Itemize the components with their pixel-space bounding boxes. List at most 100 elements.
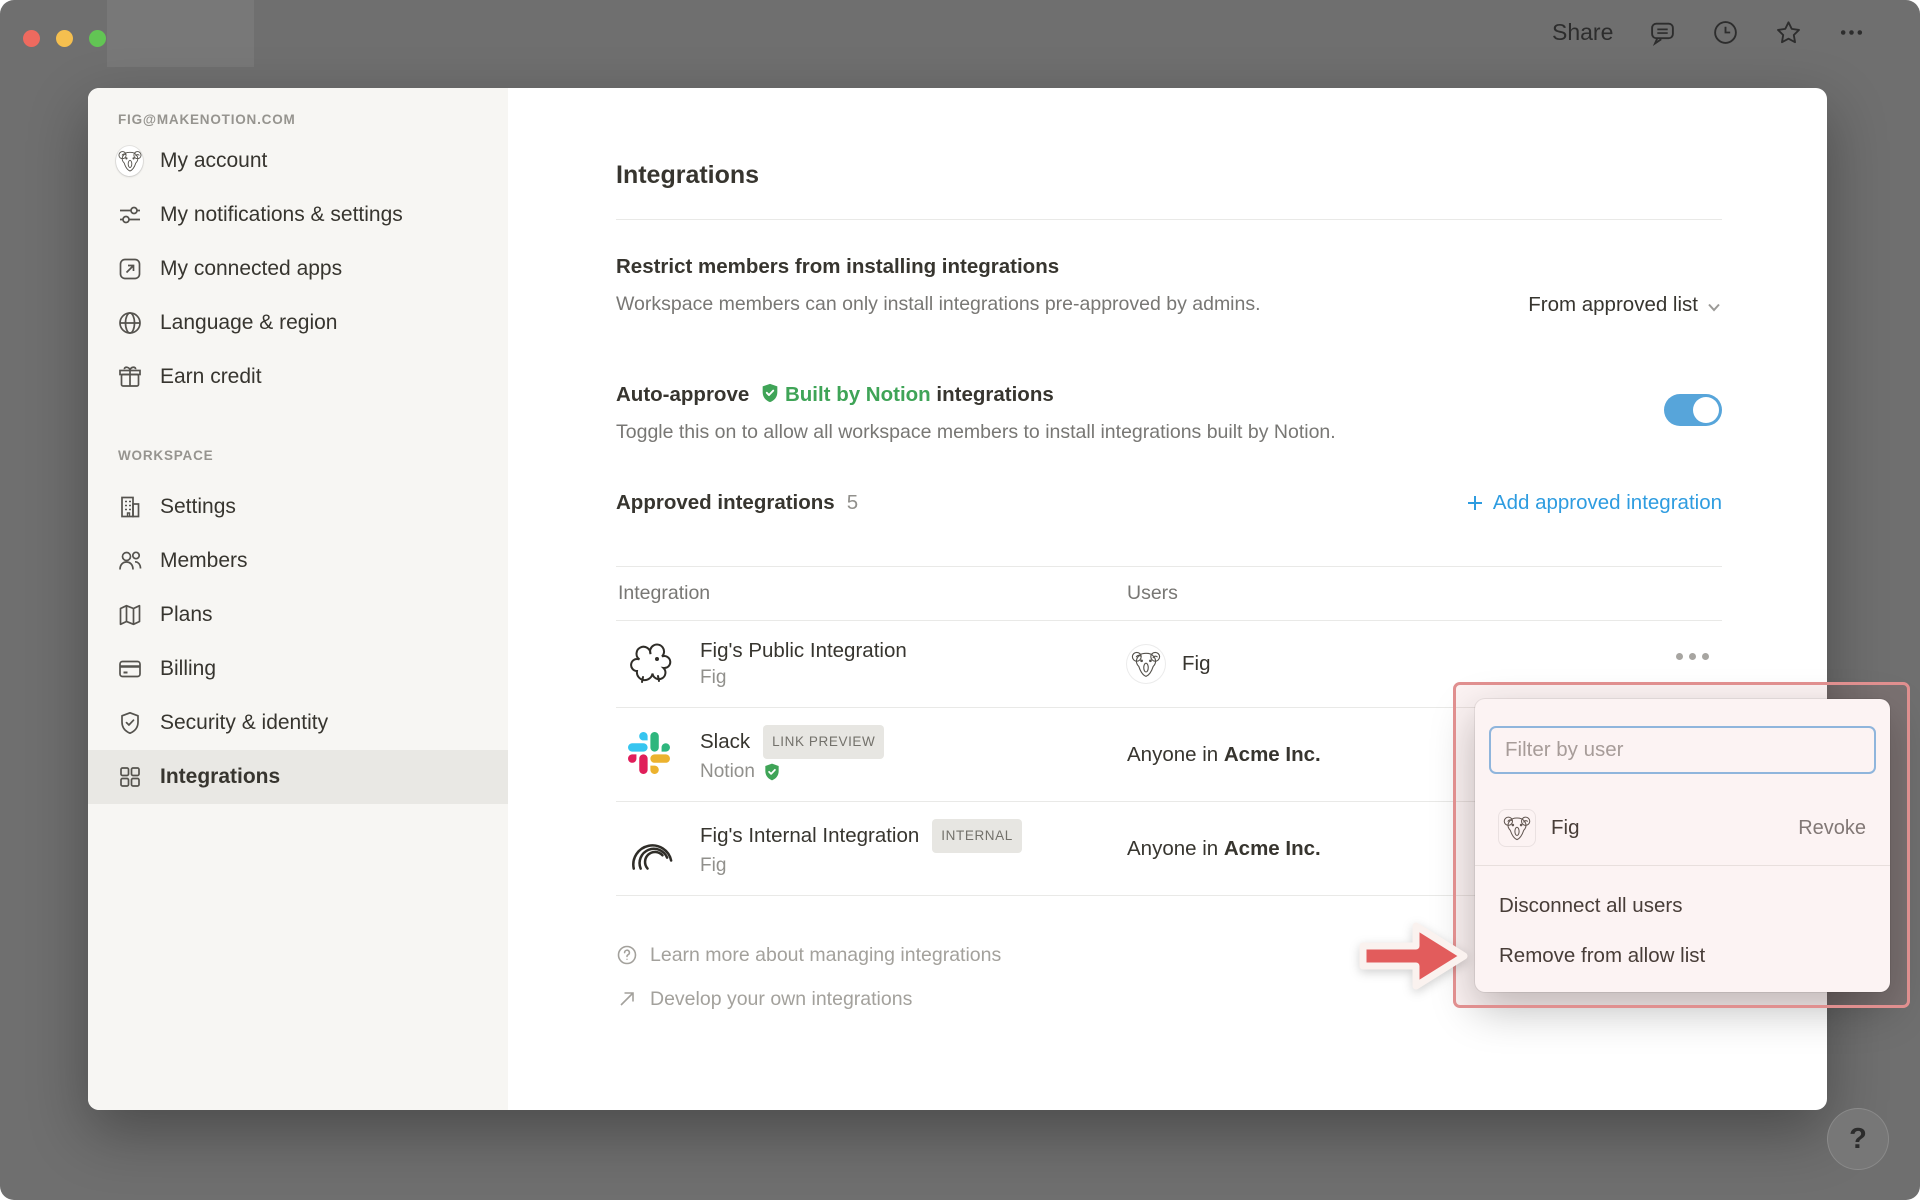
- sidebar-item-label: Security & identity: [160, 711, 329, 734]
- disconnect-all-users-item[interactable]: Disconnect all users: [1475, 881, 1890, 931]
- workspace-heading: WORKSPACE: [118, 448, 214, 463]
- sidebar-item-label: Earn credit: [160, 365, 262, 388]
- integration-cell: Fig's Public Integration Fig: [616, 637, 1127, 691]
- sidebar-item-connected-apps[interactable]: My connected apps: [88, 242, 508, 296]
- chevron-down-icon: [1706, 297, 1722, 313]
- credit-card-icon: [116, 656, 143, 683]
- sidebar-item-integrations[interactable]: Integrations: [88, 750, 508, 804]
- built-by-notion-label: Built by Notion: [784, 383, 931, 406]
- integration-name: Fig's Internal Integration INTERNAL: [700, 818, 1022, 853]
- sidebar-item-label: Plans: [160, 603, 213, 626]
- zoom-window-button[interactable]: [89, 30, 106, 47]
- sidebar-item-label: Integrations: [160, 765, 281, 788]
- auto-approve-heading: Auto-approve Built by Notion integration…: [616, 381, 1054, 409]
- verified-shield-icon: [762, 762, 782, 782]
- develop-integrations-link[interactable]: Develop your own integrations: [616, 977, 1001, 1021]
- add-approved-label: Add approved integration: [1492, 491, 1722, 514]
- sidebar-item-plans[interactable]: Plans: [88, 588, 508, 642]
- map-icon: [116, 602, 143, 629]
- learn-more-link[interactable]: Learn more about managing integrations: [616, 933, 1001, 977]
- auto-approve-toggle[interactable]: [1664, 394, 1722, 426]
- users-text: Anyone in Acme Inc.: [1127, 836, 1321, 860]
- favorite-star-icon[interactable]: [1775, 19, 1802, 46]
- integration-name: Slack LINK PREVIEW: [700, 724, 885, 759]
- sidebar-item-settings[interactable]: Settings: [88, 480, 508, 534]
- connected-apps-icon: [116, 256, 143, 283]
- internal-badge: INTERNAL: [932, 818, 1022, 853]
- sidebar-item-language-region[interactable]: Language & region: [88, 296, 508, 350]
- sidebar-item-billing[interactable]: Billing: [88, 642, 508, 696]
- gift-icon: [116, 364, 143, 391]
- sliders-icon: [116, 202, 143, 229]
- restrict-dropdown[interactable]: From approved list: [1528, 290, 1722, 320]
- integration-cell: Slack LINK PREVIEW Notion: [616, 724, 1127, 785]
- sidebar-item-my-account[interactable]: My account: [88, 134, 508, 188]
- popup-user-row[interactable]: Fig Revoke: [1475, 798, 1890, 858]
- users-text: Anyone in Acme Inc.: [1127, 742, 1321, 766]
- account-email-heading: FIG@MAKENOTION.COM: [118, 112, 296, 127]
- titlebar-actions: Share: [1552, 0, 1865, 64]
- close-window-button[interactable]: [23, 30, 40, 47]
- figs-internal-integration-icon: [628, 826, 674, 872]
- integration-cell: Fig's Internal Integration INTERNAL Fig: [616, 818, 1127, 879]
- figs-public-integration-icon: [628, 641, 674, 687]
- org-name: Acme Inc.: [1223, 836, 1321, 860]
- members-icon: [116, 548, 143, 575]
- divider: [616, 219, 1722, 220]
- history-clock-icon[interactable]: [1712, 19, 1739, 46]
- remove-from-allow-list-item[interactable]: Remove from allow list: [1475, 931, 1890, 981]
- grid-icon: [116, 764, 143, 791]
- settings-sidebar: FIG@MAKENOTION.COM My account My notific…: [88, 88, 508, 1110]
- integration-owner: Fig: [700, 854, 727, 876]
- sidebar-item-label: My notifications & settings: [160, 203, 403, 226]
- column-users: Users: [1127, 582, 1178, 604]
- window-tab: [107, 0, 254, 67]
- sidebar-item-label: Settings: [160, 495, 236, 518]
- popup-divider: [1475, 865, 1890, 866]
- popup-user-name: Fig: [1551, 816, 1580, 839]
- table-row[interactable]: Fig's Public Integration Fig Fig: [616, 621, 1722, 708]
- sidebar-item-security-identity[interactable]: Security & identity: [88, 696, 508, 750]
- slack-icon: [628, 731, 674, 778]
- fig-avatar: [116, 146, 143, 176]
- plus-icon: [1467, 496, 1482, 510]
- auto-approve-description: Toggle this on to allow all workspace me…: [616, 421, 1336, 443]
- integration-users-popup: Fig Revoke Disconnect all users Remove f…: [1475, 699, 1890, 992]
- help-button[interactable]: ?: [1827, 1108, 1889, 1170]
- link-preview-badge: LINK PREVIEW: [763, 724, 885, 759]
- minimize-window-button[interactable]: [56, 30, 73, 47]
- dropdown-value: From approved list: [1528, 293, 1698, 316]
- share-button[interactable]: Share: [1552, 19, 1613, 46]
- fig-avatar: [1127, 645, 1165, 683]
- toggle-knob: [1693, 397, 1719, 423]
- learn-more-label: Learn more about managing integrations: [650, 943, 1002, 966]
- row-actions-more-icon[interactable]: [1656, 640, 1728, 672]
- sidebar-item-members[interactable]: Members: [88, 534, 508, 588]
- filter-by-user-input[interactable]: [1489, 726, 1876, 774]
- comments-icon[interactable]: [1649, 19, 1676, 46]
- revoke-button[interactable]: Revoke: [1798, 817, 1866, 840]
- approved-label: Approved integrations: [616, 491, 835, 514]
- add-approved-integration-button[interactable]: Add approved integration: [1465, 488, 1722, 518]
- table-header: Integration Users: [616, 566, 1722, 621]
- sidebar-item-label: My connected apps: [160, 257, 343, 280]
- user-name: Fig: [1182, 652, 1211, 675]
- integration-owner: Notion: [700, 759, 884, 785]
- popup-menu: Disconnect all users Remove from allow l…: [1475, 881, 1890, 981]
- building-icon: [116, 494, 143, 521]
- sidebar-item-earn-credit[interactable]: Earn credit: [88, 350, 508, 404]
- users-cell: Fig: [1127, 645, 1210, 683]
- auto-approve-suffix: integrations: [936, 383, 1054, 406]
- restrict-description: Workspace members can only install integ…: [616, 293, 1261, 315]
- restrict-heading: Restrict members from installing integra…: [616, 255, 1060, 278]
- help-circle-icon: [617, 945, 637, 965]
- approved-count: 5: [846, 491, 859, 514]
- integration-name: Fig's Public Integration: [700, 639, 907, 662]
- develop-integrations-label: Develop your own integrations: [650, 987, 913, 1010]
- footer-links: Learn more about managing integrations D…: [616, 933, 1001, 1021]
- more-options-icon[interactable]: [1838, 19, 1865, 46]
- users-cell: Anyone in Acme Inc.: [1127, 743, 1321, 767]
- column-integration: Integration: [618, 582, 711, 604]
- sidebar-item-notifications-settings[interactable]: My notifications & settings: [88, 188, 508, 242]
- sidebar-item-label: Members: [160, 549, 248, 572]
